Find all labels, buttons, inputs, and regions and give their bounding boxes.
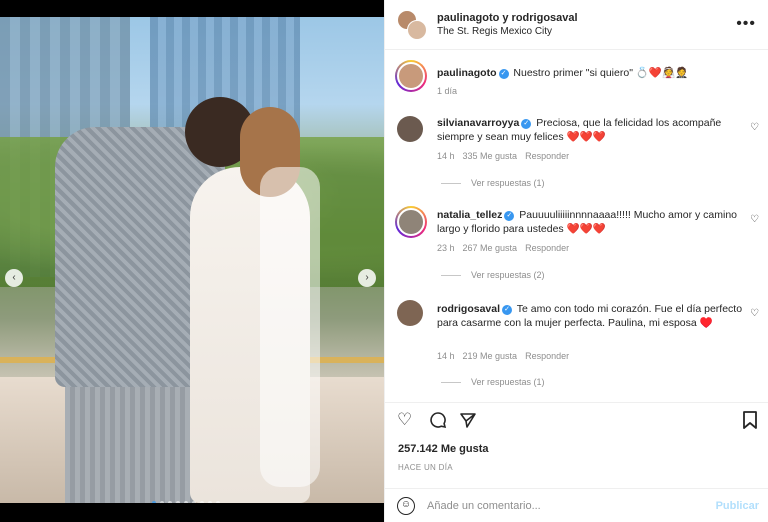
replies-divider (441, 182, 461, 184)
carousel-dot (200, 501, 204, 503)
carousel-dot (216, 501, 220, 503)
view-replies-label[interactable]: Ver respuestas (1) (471, 377, 545, 387)
comment-meta: 23 h 267 Me gusta Responder (437, 243, 569, 253)
replies-divider (441, 381, 461, 383)
post-comment-button[interactable]: Publicar (716, 500, 759, 512)
caption-meta: 1 día (437, 86, 457, 96)
post-photo[interactable]: ‹ › (0, 17, 384, 503)
post-time[interactable]: HACE UN DÍA (398, 463, 453, 472)
like-comment-icon[interactable]: ♡ (750, 308, 759, 319)
comment-time[interactable]: 14 h (437, 351, 455, 361)
carousel-dot (184, 501, 188, 503)
groom-legs (65, 367, 195, 503)
view-replies-button[interactable]: Ver respuestas (1) (441, 178, 545, 188)
caption-time[interactable]: 1 día (437, 86, 457, 96)
caption-avatar-ring[interactable] (395, 60, 427, 92)
avatar[interactable] (397, 208, 425, 236)
carousel-dot (168, 501, 172, 503)
post-header: paulinagoto y rodrigosaval The St. Regis… (385, 0, 768, 50)
verified-icon: ✓ (498, 69, 509, 79)
comment-username[interactable]: silvianavarroyya (437, 117, 519, 129)
comment-username[interactable]: rodrigosaval (437, 303, 500, 315)
heart-icon[interactable]: ♡ (397, 411, 415, 429)
caption-text: Nuestro primer "si quiero" 💍❤️👰🤵 (513, 67, 689, 79)
comment-composer: ☺ Publicar (385, 488, 768, 522)
carousel-dot (176, 501, 180, 503)
comment-avatar-ring[interactable] (395, 206, 427, 238)
post-side-panel: paulinagoto y rodrigosaval The St. Regis… (384, 0, 768, 522)
more-horizontal-icon[interactable]: ••• (736, 15, 756, 33)
comment-icon[interactable] (429, 411, 447, 429)
reply-button[interactable]: Responder (525, 351, 569, 361)
post-actions: ♡ 257.142 Me gusta HACE UN DÍA (385, 402, 768, 482)
caption-username[interactable]: paulinagoto (437, 67, 497, 79)
share-icon[interactable] (459, 411, 477, 429)
bookmark-icon[interactable] (742, 411, 760, 429)
bride-veil (260, 167, 320, 487)
bride-figure (180, 107, 340, 503)
view-replies-label[interactable]: Ver respuestas (2) (471, 270, 545, 280)
reply-button[interactable]: Responder (525, 243, 569, 253)
avatar[interactable] (397, 62, 425, 90)
comment-meta: 14 h 335 Me gusta Responder (437, 151, 569, 161)
like-count[interactable]: 257.142 Me gusta (398, 443, 489, 455)
comment-username[interactable]: natalia_tellez (437, 209, 502, 221)
comment-likes[interactable]: 335 Me gusta (463, 151, 518, 161)
post-authors[interactable]: paulinagoto y rodrigosaval (437, 12, 578, 24)
avatar[interactable] (397, 116, 423, 142)
avatar[interactable] (397, 300, 423, 326)
comment-text-line: rodrigosaval ✓ Te amo con todo mi corazón… (437, 302, 747, 330)
comment-meta: 14 h 219 Me gusta Responder (437, 351, 569, 361)
carousel-dot (208, 501, 212, 503)
carousel-dot (160, 501, 164, 503)
carousel-prev-icon[interactable]: ‹ (5, 269, 23, 287)
comment-time[interactable]: 14 h (437, 151, 455, 161)
view-replies-button[interactable]: Ver respuestas (2) (441, 270, 545, 280)
carousel-dot (192, 501, 196, 503)
replies-divider (441, 274, 461, 276)
carousel-dot (152, 501, 156, 503)
collab-avatars[interactable] (397, 9, 427, 40)
comment-text-line: silvianavarroyya ✓ Preciosa, que la felic… (437, 116, 747, 144)
comment-likes[interactable]: 267 Me gusta (463, 243, 518, 253)
like-comment-icon[interactable]: ♡ (750, 122, 759, 133)
comment-input[interactable] (427, 499, 697, 512)
post-location[interactable]: The St. Regis Mexico City (437, 26, 578, 37)
caption-text-line: paulinagoto ✓ Nuestro primer "si quiero" … (437, 66, 747, 80)
comments-list[interactable]: paulinagoto ✓ Nuestro primer "si quiero" … (385, 52, 768, 402)
view-replies-label[interactable]: Ver respuestas (1) (471, 178, 545, 188)
verified-icon: ✓ (504, 211, 515, 221)
verified-icon: ✓ (521, 119, 532, 129)
avatar[interactable] (407, 19, 427, 40)
verified-icon: ✓ (502, 305, 513, 315)
carousel-dots (152, 501, 220, 503)
comment-text-line: natalia_tellez ✓ Pauuuuliiiiinnnnaaaa!!!!… (437, 208, 747, 236)
comment-time[interactable]: 23 h (437, 243, 455, 253)
reply-button[interactable]: Responder (525, 151, 569, 161)
carousel-next-icon[interactable]: › (358, 269, 376, 287)
view-replies-button[interactable]: Ver respuestas (1) (441, 377, 545, 387)
like-comment-icon[interactable]: ♡ (750, 214, 759, 225)
post-photo-panel: ‹ › (0, 0, 384, 522)
comment-likes[interactable]: 219 Me gusta (463, 351, 518, 361)
emoji-icon[interactable]: ☺ (397, 496, 415, 515)
